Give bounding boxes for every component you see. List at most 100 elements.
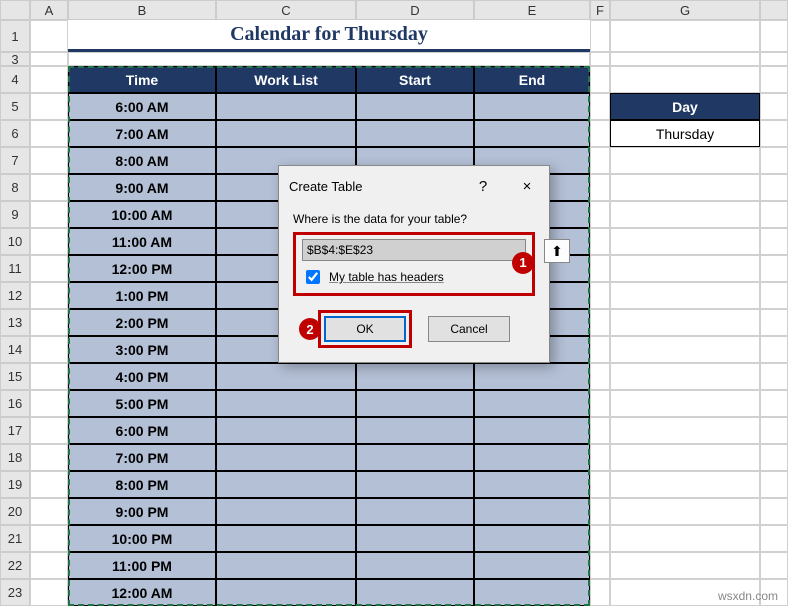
cell[interactable]	[760, 20, 788, 52]
time-cell[interactable]: 4:00 PM	[68, 363, 216, 390]
time-cell[interactable]: 6:00 AM	[68, 93, 216, 120]
cell[interactable]	[356, 417, 474, 444]
table-header-time[interactable]: Time	[68, 66, 216, 93]
cell[interactable]	[590, 390, 610, 417]
time-cell[interactable]: 5:00 PM	[68, 390, 216, 417]
cell[interactable]	[760, 282, 788, 309]
cell[interactable]	[590, 174, 610, 201]
cell[interactable]	[216, 579, 356, 606]
cell[interactable]	[610, 66, 760, 93]
cell[interactable]	[610, 255, 760, 282]
cell[interactable]	[474, 552, 590, 579]
ok-button[interactable]: OK	[324, 316, 406, 342]
row-header[interactable]: 16	[0, 390, 30, 417]
time-cell[interactable]: 6:00 PM	[68, 417, 216, 444]
cell[interactable]	[30, 20, 68, 52]
cell[interactable]	[30, 255, 68, 282]
col-header-D[interactable]: D	[356, 0, 474, 20]
cell[interactable]	[610, 471, 760, 498]
dialog-titlebar[interactable]: Create Table ? ×	[279, 166, 549, 206]
row-header[interactable]: 15	[0, 363, 30, 390]
cell[interactable]	[30, 363, 68, 390]
cell[interactable]	[356, 363, 474, 390]
cell[interactable]	[216, 93, 356, 120]
cell[interactable]	[760, 525, 788, 552]
cell[interactable]	[590, 444, 610, 471]
cell[interactable]	[30, 498, 68, 525]
table-header-end[interactable]: End	[474, 66, 590, 93]
cell[interactable]	[590, 20, 610, 52]
row-header-4[interactable]: 4	[0, 66, 30, 93]
cell[interactable]	[216, 525, 356, 552]
cell[interactable]	[590, 93, 610, 120]
cell[interactable]	[356, 444, 474, 471]
row-header[interactable]: 21	[0, 525, 30, 552]
cell[interactable]	[30, 147, 68, 174]
cell[interactable]	[590, 417, 610, 444]
cell[interactable]	[610, 390, 760, 417]
cell[interactable]	[30, 471, 68, 498]
cell[interactable]	[610, 52, 760, 66]
row-header[interactable]: 19	[0, 471, 30, 498]
cell[interactable]	[760, 66, 788, 93]
close-button[interactable]: ×	[505, 172, 549, 200]
cell[interactable]	[30, 282, 68, 309]
cell[interactable]	[760, 417, 788, 444]
time-cell[interactable]: 7:00 PM	[68, 444, 216, 471]
cell[interactable]	[216, 498, 356, 525]
row-header[interactable]: 9	[0, 201, 30, 228]
side-header-day[interactable]: Day	[610, 93, 760, 120]
cell[interactable]	[474, 93, 590, 120]
corner-cell[interactable]	[0, 0, 30, 20]
cell[interactable]	[474, 417, 590, 444]
cell[interactable]	[760, 498, 788, 525]
table-header-start[interactable]: Start	[356, 66, 474, 93]
cell[interactable]	[474, 363, 590, 390]
row-header[interactable]: 23	[0, 579, 30, 606]
cell[interactable]	[610, 363, 760, 390]
time-cell[interactable]: 12:00 AM	[68, 579, 216, 606]
cell[interactable]	[760, 93, 788, 120]
cell[interactable]	[474, 525, 590, 552]
help-button[interactable]: ?	[461, 172, 505, 200]
time-cell[interactable]: 2:00 PM	[68, 309, 216, 336]
cell[interactable]	[30, 66, 68, 93]
cell[interactable]	[610, 498, 760, 525]
cell[interactable]	[590, 579, 610, 606]
cell[interactable]	[760, 336, 788, 363]
cell[interactable]	[30, 390, 68, 417]
time-cell[interactable]: 9:00 AM	[68, 174, 216, 201]
time-cell[interactable]: 12:00 PM	[68, 255, 216, 282]
cell[interactable]	[30, 552, 68, 579]
cell[interactable]	[760, 390, 788, 417]
cell[interactable]	[590, 201, 610, 228]
cell[interactable]	[590, 525, 610, 552]
cell[interactable]	[610, 282, 760, 309]
cell[interactable]	[30, 201, 68, 228]
row-header[interactable]: 8	[0, 174, 30, 201]
cell[interactable]	[760, 255, 788, 282]
cell[interactable]	[216, 552, 356, 579]
cell[interactable]	[590, 309, 610, 336]
row-header[interactable]: 14	[0, 336, 30, 363]
cell[interactable]	[30, 336, 68, 363]
cell[interactable]	[30, 93, 68, 120]
cell[interactable]	[610, 201, 760, 228]
cell[interactable]	[216, 471, 356, 498]
cell[interactable]	[760, 174, 788, 201]
time-cell[interactable]: 10:00 PM	[68, 525, 216, 552]
cell[interactable]	[760, 120, 788, 147]
cell[interactable]	[474, 444, 590, 471]
cell[interactable]	[610, 20, 760, 52]
row-header[interactable]: 7	[0, 147, 30, 174]
row-header[interactable]: 18	[0, 444, 30, 471]
col-header-G[interactable]: G	[610, 0, 760, 20]
col-header-blank[interactable]	[760, 0, 788, 20]
cell[interactable]	[30, 228, 68, 255]
row-header-3[interactable]: 3	[0, 52, 30, 66]
cell[interactable]	[356, 471, 474, 498]
cell[interactable]	[760, 471, 788, 498]
cell[interactable]	[30, 444, 68, 471]
cell[interactable]	[356, 93, 474, 120]
cell[interactable]	[610, 552, 760, 579]
